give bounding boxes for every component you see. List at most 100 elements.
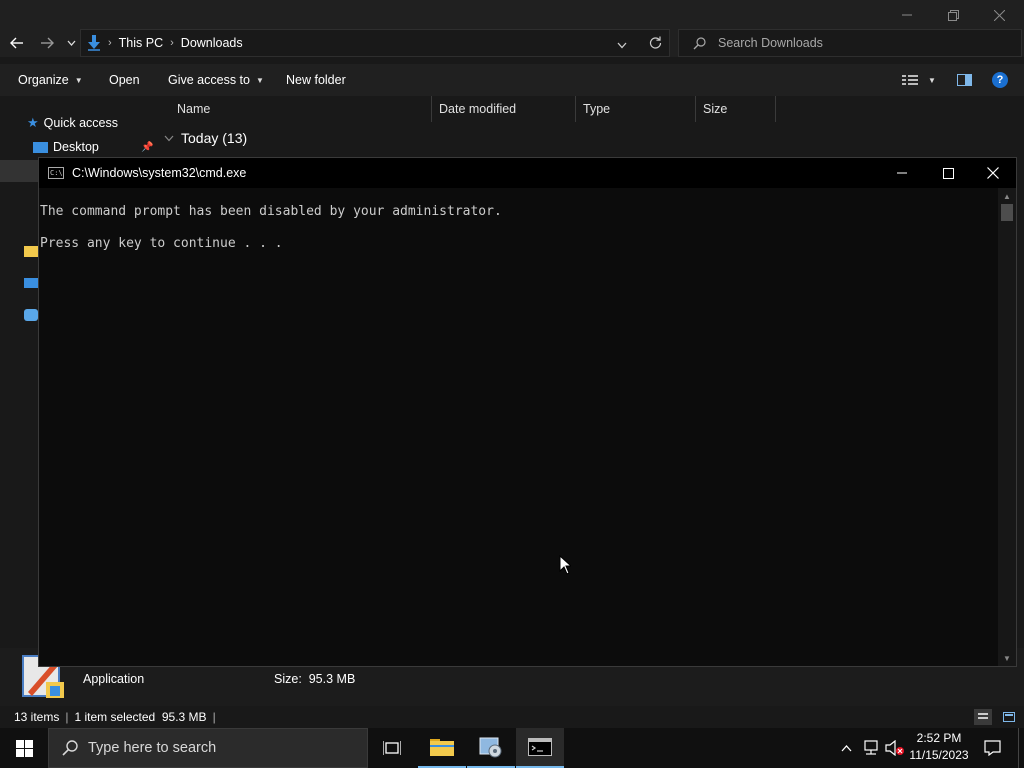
preview-pane-button[interactable]: [957, 64, 972, 96]
cmd-titlebar[interactable]: C:\ C:\Windows\system32\cmd.exe: [39, 158, 1016, 188]
network-status-button[interactable]: [860, 728, 882, 768]
caret-down-icon: ▼: [928, 75, 936, 85]
nav-folder-item[interactable]: [24, 240, 38, 262]
pin-icon: 📌: [141, 141, 154, 153]
network-wired-icon: [864, 740, 878, 755]
column-type[interactable]: Type: [576, 96, 696, 122]
cmd-window[interactable]: C:\ C:\Windows\system32\cmd.exe The comm…: [38, 157, 1017, 667]
task-view-button[interactable]: [368, 728, 416, 768]
console-output[interactable]: The command prompt has been disabled by …: [40, 188, 998, 666]
column-name[interactable]: Name: [170, 96, 432, 122]
start-button[interactable]: [0, 728, 48, 768]
taskbar-cmd[interactable]: [516, 728, 564, 768]
minimize-icon: [897, 172, 907, 174]
organize-menu[interactable]: Organize ▼: [18, 64, 83, 96]
windows-logo-icon: [15, 739, 33, 757]
details-size: Size: 95.3 MB: [274, 672, 356, 686]
search-input[interactable]: Search Downloads: [678, 29, 1022, 57]
details-type: Application: [83, 672, 145, 686]
give-access-label: Give access to: [168, 73, 250, 87]
scroll-down-arrow[interactable]: ▼: [998, 651, 1016, 665]
taskbar-search-box[interactable]: Type here to search: [48, 728, 368, 768]
refresh-button[interactable]: [649, 36, 662, 52]
breadcrumb-separator: ›: [170, 37, 174, 49]
nav-quick-access[interactable]: ★ Quick access: [27, 112, 118, 134]
action-center-button[interactable]: [978, 728, 1006, 768]
cmd-close-button[interactable]: [970, 158, 1016, 188]
status-divider: |: [212, 710, 216, 724]
recent-locations-button[interactable]: [60, 29, 82, 57]
new-folder-button[interactable]: New folder: [286, 64, 346, 96]
nav-this-pc[interactable]: [24, 272, 38, 294]
monitor-icon: [24, 278, 38, 288]
cmd-minimize-button[interactable]: [879, 158, 925, 188]
search-placeholder: Search Downloads: [718, 36, 823, 50]
notifications-icon: [983, 740, 1001, 756]
breadcrumb-downloads[interactable]: Downloads: [181, 36, 243, 50]
status-divider: |: [65, 710, 69, 724]
tiles-view-icon: [1003, 712, 1015, 722]
explorer-restore-button[interactable]: [930, 0, 976, 30]
close-icon: [987, 167, 999, 179]
chevron-down-icon: [67, 40, 75, 46]
address-row: › This PC › Downloads Search Downloads: [0, 29, 1024, 57]
column-size-label: Size: [703, 102, 728, 116]
view-options-button[interactable]: ▼: [902, 64, 936, 96]
folder-icon: [24, 245, 38, 257]
scrollbar-thumb[interactable]: [1001, 204, 1013, 221]
back-button[interactable]: [3, 29, 31, 57]
console-scrollbar[interactable]: ▲ ▼: [998, 188, 1016, 666]
new-folder-label: New folder: [286, 73, 346, 87]
address-bar[interactable]: › This PC › Downloads: [80, 29, 670, 57]
taskbar-clock[interactable]: 2:52 PM 11/15/2023: [904, 730, 974, 766]
back-arrow-icon: [10, 37, 23, 49]
cmd-maximize-button[interactable]: [925, 158, 971, 188]
column-size[interactable]: Size: [696, 96, 776, 122]
task-view-icon: [383, 741, 401, 755]
scroll-up-arrow[interactable]: ▲: [998, 189, 1016, 203]
nav-desktop[interactable]: Desktop 📌: [33, 136, 158, 158]
maximize-icon: [942, 167, 954, 179]
search-icon: [693, 36, 706, 50]
column-date-modified[interactable]: Date modified: [432, 96, 576, 122]
clock-date: 11/15/2023: [909, 748, 969, 762]
cmd-app-icon: C:\: [48, 167, 64, 179]
mouse-cursor-icon: [559, 555, 571, 575]
preview-pane-icon: [957, 74, 972, 86]
large-icons-toggle[interactable]: [1000, 709, 1018, 725]
status-bar: 13 items | 1 item selected 95.3 MB |: [0, 706, 1024, 728]
taskbar: Type here to search 2:52 PM 11/15/2023: [0, 728, 1024, 768]
organize-label: Organize: [18, 73, 69, 87]
nav-quick-access-label: Quick access: [43, 116, 118, 130]
terminal-icon: [528, 738, 552, 756]
show-hidden-icons-button[interactable]: [836, 728, 856, 768]
downloads-icon: [87, 35, 101, 51]
cmd-window-title: C:\Windows\system32\cmd.exe: [72, 166, 247, 180]
taskbar-app-installer[interactable]: [467, 728, 515, 768]
breadcrumb-separator: ›: [108, 37, 112, 49]
explorer-close-button[interactable]: [976, 0, 1022, 30]
nav-downloads-selected[interactable]: [0, 160, 40, 182]
group-header-today[interactable]: Today (13): [164, 130, 247, 146]
address-history-dropdown[interactable]: [617, 38, 627, 52]
open-button[interactable]: Open: [109, 64, 140, 96]
volume-button[interactable]: [884, 728, 906, 768]
forward-button[interactable]: [33, 29, 61, 57]
clock-time: 2:52 PM: [916, 731, 962, 745]
minimize-icon: [902, 14, 912, 16]
open-label: Open: [109, 73, 140, 87]
breadcrumb-this-pc[interactable]: This PC: [119, 36, 163, 50]
taskbar-search-placeholder: Type here to search: [88, 740, 217, 756]
caret-down-icon: ▼: [255, 75, 264, 85]
show-desktop-button[interactable]: [1018, 728, 1024, 768]
help-button[interactable]: ?: [992, 64, 1008, 96]
status-item-count: 13 items: [14, 710, 60, 724]
taskbar-file-explorer[interactable]: [418, 728, 466, 768]
nav-network[interactable]: [24, 304, 38, 326]
help-icon: ?: [992, 72, 1008, 88]
console-line: Press any key to continue . . .: [40, 236, 283, 251]
explorer-minimize-button[interactable]: [884, 0, 930, 30]
details-view-icon: [902, 75, 918, 85]
details-view-toggle[interactable]: [974, 709, 992, 725]
give-access-menu[interactable]: Give access to ▼: [168, 64, 264, 96]
